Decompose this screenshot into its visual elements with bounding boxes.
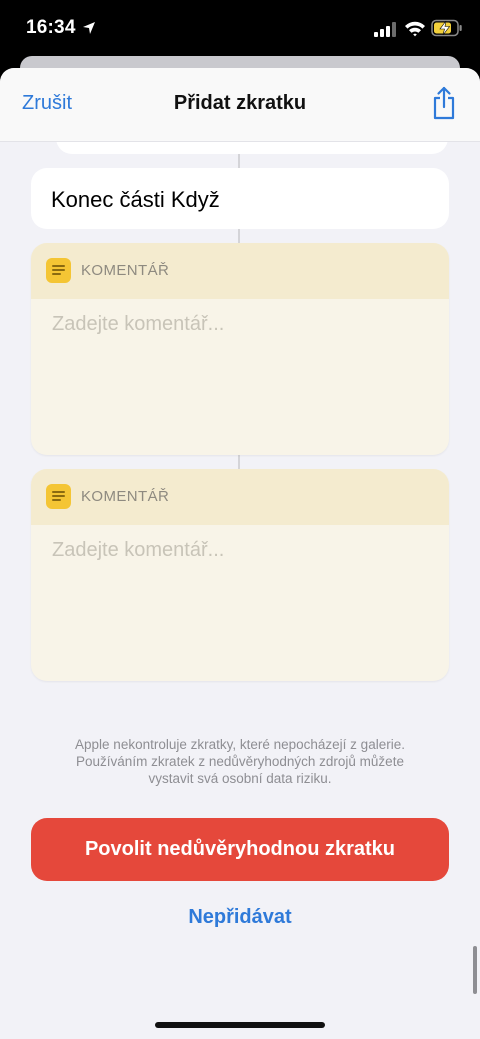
- comment-icon: [46, 258, 71, 283]
- comment-input[interactable]: Zadejte komentář...: [52, 539, 224, 562]
- wifi-icon: [405, 21, 425, 37]
- scroll-indicator[interactable]: [473, 946, 477, 994]
- end-if-action[interactable]: Konec části Když: [31, 168, 449, 229]
- status-time: 16:34: [26, 17, 76, 38]
- end-if-label: Konec části Když: [51, 187, 220, 212]
- disclaimer-line: Používáním zkratek z nedůvěryhodných zdr…: [76, 754, 404, 769]
- comment-header: KOMENTÁŘ: [31, 469, 449, 525]
- add-shortcut-sheet: Zrušit Přidat zkratku Konec části Když K…: [0, 68, 480, 1039]
- comment-action[interactable]: KOMENTÁŘ Zadejte komentář...: [31, 243, 449, 455]
- allow-untrusted-shortcut-button[interactable]: Povolit nedůvěryhodnou zkratku: [31, 818, 449, 881]
- status-bar: 16:34: [0, 0, 480, 62]
- comment-input[interactable]: Zadejte komentář...: [52, 313, 224, 336]
- share-icon[interactable]: [430, 86, 458, 120]
- dont-add-button[interactable]: Nepřidávat: [0, 906, 480, 929]
- action-connector: [238, 154, 240, 168]
- comment-icon: [46, 484, 71, 509]
- comment-title: KOMENTÁŘ: [81, 488, 170, 505]
- action-connector: [238, 229, 240, 243]
- signal-icon: [374, 22, 396, 37]
- action-connector: [238, 455, 240, 469]
- comment-action[interactable]: KOMENTÁŘ Zadejte komentář...: [31, 469, 449, 681]
- location-arrow-icon: [83, 22, 95, 34]
- comment-title: KOMENTÁŘ: [81, 262, 170, 279]
- page-title: Přidat zkratku: [173, 92, 307, 114]
- comment-header: KOMENTÁŘ: [31, 243, 449, 299]
- disclaimer-line: vystavit svá osobní data riziku.: [148, 771, 332, 786]
- battery-charging-icon: [431, 19, 462, 37]
- untrusted-disclaimer: Apple nekontroluje zkratky, které nepoch…: [40, 736, 440, 787]
- navigation-bar: Zrušit Přidat zkratku: [0, 68, 480, 142]
- home-indicator[interactable]: [155, 1022, 325, 1028]
- disclaimer-line: Apple nekontroluje zkratky, které nepoch…: [75, 737, 405, 752]
